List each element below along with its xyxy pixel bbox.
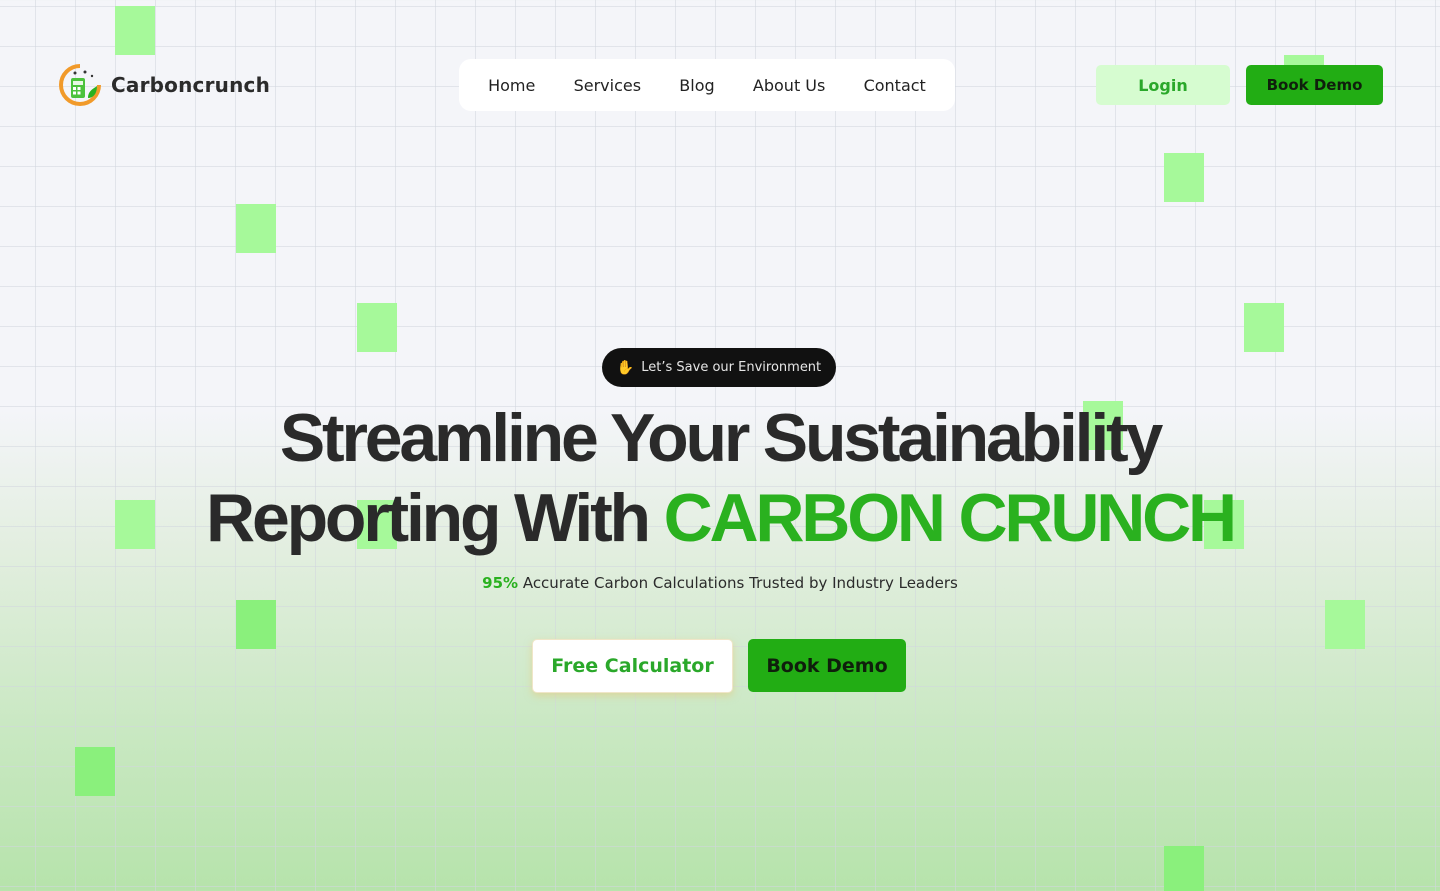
book-demo-hero-button[interactable]: Book Demo: [748, 639, 906, 692]
brand-logo[interactable]: Carboncrunch: [59, 64, 270, 106]
hero-badge-text: Let’s Save our Environment: [641, 360, 822, 375]
hero-subtitle-text: Accurate Carbon Calculations Trusted by …: [518, 574, 958, 592]
decor-square: [1244, 303, 1284, 352]
nav-home[interactable]: Home: [488, 76, 535, 95]
decor-square: [75, 747, 115, 796]
hero-headline-line1: Streamline Your Sustainability: [279, 400, 1163, 476]
decor-square: [236, 600, 276, 649]
login-button[interactable]: Login: [1096, 65, 1230, 105]
hero-subtitle: 95% Accurate Carbon Calculations Trusted…: [0, 574, 1440, 592]
decor-square: [236, 204, 276, 253]
decor-square: [1164, 846, 1204, 891]
free-calculator-button[interactable]: Free Calculator: [532, 639, 733, 693]
main-nav: Home Services Blog About Us Contact: [459, 59, 955, 111]
nav-blog[interactable]: Blog: [679, 76, 714, 95]
calculator-leaf-logo-icon: [59, 64, 101, 106]
hero-headline-line2: Reporting With CARBON CRUNCH: [0, 478, 1440, 558]
nav-contact[interactable]: Contact: [864, 76, 926, 95]
decor-square: [1325, 600, 1365, 649]
nav-about-us[interactable]: About Us: [753, 76, 825, 95]
brand-name: Carboncrunch: [111, 73, 271, 97]
decor-square: [115, 6, 155, 55]
accuracy-stat: 95%: [482, 574, 519, 592]
decor-square: [357, 303, 397, 352]
nav-services[interactable]: Services: [574, 76, 641, 95]
headline-accent: CARBON CRUNCH: [663, 480, 1238, 556]
decor-square: [1164, 153, 1204, 202]
headline-prefix: Reporting With: [206, 480, 664, 556]
book-demo-header-button[interactable]: Book Demo: [1246, 65, 1383, 105]
waving-hand-icon: ✋: [616, 359, 635, 375]
hero-badge: ✋ Let’s Save our Environment: [602, 348, 836, 387]
